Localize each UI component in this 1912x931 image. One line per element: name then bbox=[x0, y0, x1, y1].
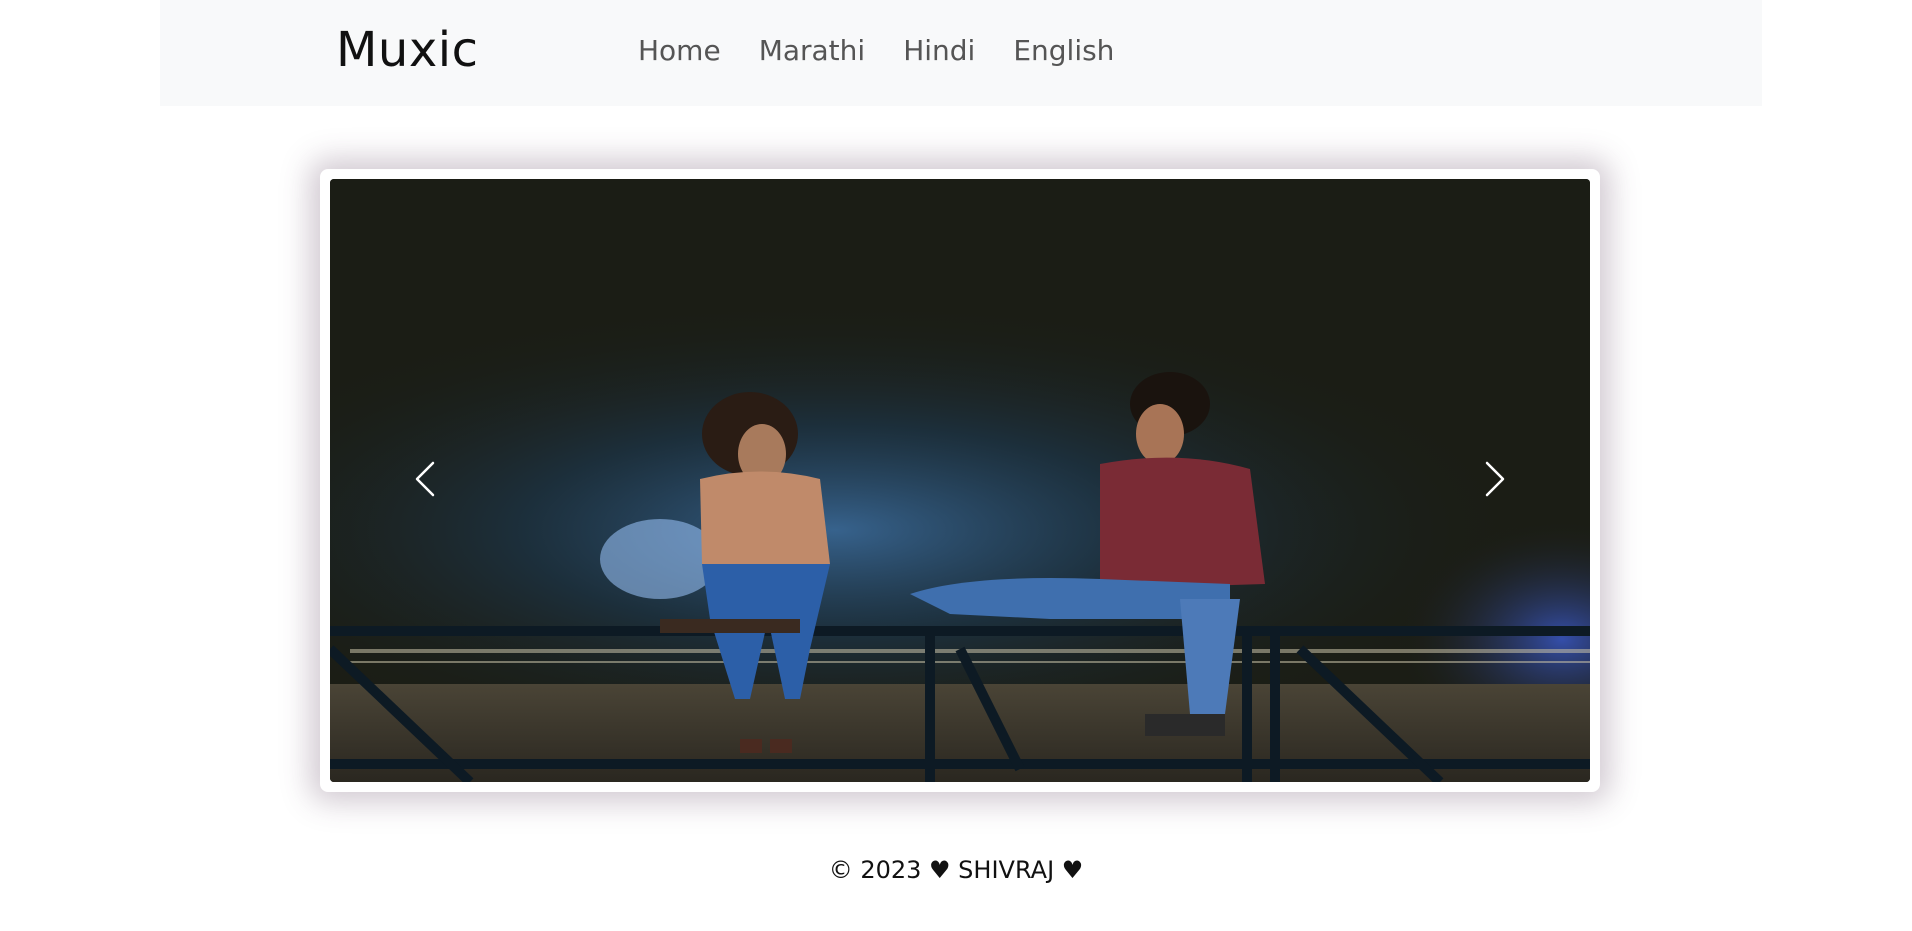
chevron-right-icon bbox=[1485, 461, 1505, 497]
footer-copyright-text: © 2023 ♥ SHIVRAJ ♥ bbox=[828, 856, 1084, 884]
page-footer: © 2023 ♥ SHIVRAJ ♥ bbox=[0, 856, 1912, 884]
chevron-left-icon bbox=[415, 461, 435, 497]
top-navbar: Muxic Home Marathi Hindi English bbox=[160, 0, 1762, 106]
carousel-next-button[interactable] bbox=[1465, 449, 1525, 509]
image-carousel[interactable] bbox=[330, 179, 1590, 782]
nav-link-home[interactable]: Home bbox=[638, 34, 721, 67]
nav-link-marathi[interactable]: Marathi bbox=[759, 34, 866, 67]
carousel-slide-image bbox=[330, 179, 1590, 782]
carousel-card bbox=[320, 169, 1600, 792]
nav-link-english[interactable]: English bbox=[1013, 34, 1114, 67]
brand-logo[interactable]: Muxic bbox=[336, 22, 478, 78]
nav-link-hindi[interactable]: Hindi bbox=[903, 34, 975, 67]
nav-links: Home Marathi Hindi English bbox=[638, 34, 1114, 67]
carousel-prev-button[interactable] bbox=[395, 449, 455, 509]
